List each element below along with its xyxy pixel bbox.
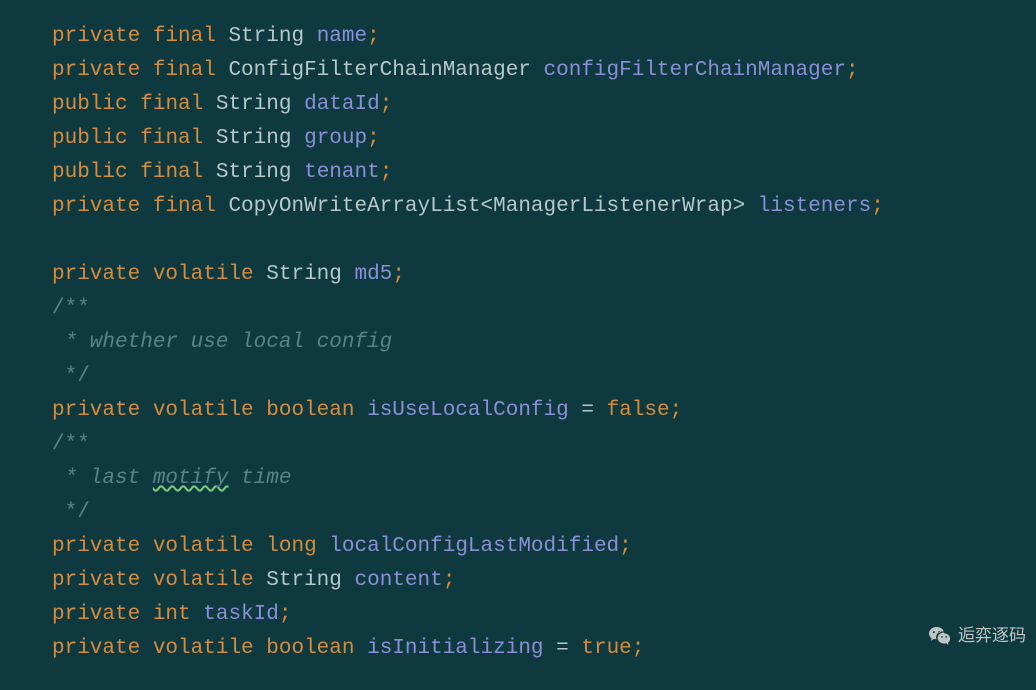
keyword-modifier: final (140, 127, 203, 150)
code-line: public final String group; (52, 122, 1036, 156)
comment: /** (52, 433, 90, 456)
field-name: md5 (355, 263, 393, 286)
keyword-modifier: volatile (153, 263, 254, 286)
field-name: localConfigLastModified (329, 535, 619, 558)
field-name: content (355, 569, 443, 592)
keyword-access: private (52, 535, 140, 558)
type-name: long (266, 535, 316, 558)
code-line: private volatile boolean isInitializing … (52, 632, 1036, 666)
type-name: ConfigFilterChainManager (228, 59, 530, 82)
watermark: 逅弈逐码 (928, 622, 1026, 650)
keyword-modifier: volatile (153, 569, 254, 592)
comment: * last motify time (52, 467, 291, 490)
semicolon: ; (367, 25, 380, 48)
code-line: private final ConfigFilterChainManager c… (52, 54, 1036, 88)
keyword-modifier: volatile (153, 637, 254, 660)
code-line: private volatile String content; (52, 564, 1036, 598)
keyword-modifier: volatile (153, 535, 254, 558)
literal: true (581, 637, 631, 660)
code-line: private volatile boolean isUseLocalConfi… (52, 394, 1036, 428)
equals-op: = (556, 637, 569, 660)
semicolon: ; (279, 603, 292, 626)
literal: false (607, 399, 670, 422)
type-name: String (228, 25, 304, 48)
field-name: configFilterChainManager (544, 59, 846, 82)
field-name: name (317, 25, 367, 48)
code-editor[interactable]: private final String name;private final … (0, 0, 1036, 666)
keyword-access: private (52, 25, 140, 48)
semicolon: ; (846, 59, 859, 82)
keyword-access: private (52, 195, 140, 218)
equals-op: = (581, 399, 594, 422)
keyword-access: private (52, 263, 140, 286)
code-line: private final String name; (52, 20, 1036, 54)
keyword-access: public (52, 93, 128, 116)
type-name: String (216, 127, 292, 150)
code-line: * whether use local config (52, 326, 1036, 360)
semicolon: ; (380, 93, 393, 116)
watermark-text: 逅弈逐码 (958, 622, 1026, 650)
field-name: dataId (304, 93, 380, 116)
semicolon: ; (380, 161, 393, 184)
semicolon: ; (670, 399, 683, 422)
code-line (52, 0, 1036, 20)
keyword-modifier: final (153, 25, 216, 48)
code-line: public final String dataId; (52, 88, 1036, 122)
code-line: public final String tenant; (52, 156, 1036, 190)
angle-open: < (481, 195, 494, 218)
code-line: */ (52, 496, 1036, 530)
keyword-access: private (52, 59, 140, 82)
keyword-access: public (52, 161, 128, 184)
semicolon: ; (443, 569, 456, 592)
code-line (52, 224, 1036, 258)
type-name: String (266, 263, 342, 286)
generic-type: ManagerListenerWrap (493, 195, 732, 218)
field-name: isUseLocalConfig (367, 399, 569, 422)
keyword-modifier: final (153, 59, 216, 82)
wechat-icon (928, 624, 952, 648)
semicolon: ; (632, 637, 645, 660)
semicolon: ; (871, 195, 884, 218)
type-name: String (216, 93, 292, 116)
field-name: taskId (203, 603, 279, 626)
code-line: private int taskId; (52, 598, 1036, 632)
keyword-access: private (52, 399, 140, 422)
field-name: tenant (304, 161, 380, 184)
keyword-modifier: final (140, 161, 203, 184)
semicolon: ; (392, 263, 405, 286)
keyword-modifier: final (153, 195, 216, 218)
semicolon: ; (619, 535, 632, 558)
keyword-access: public (52, 127, 128, 150)
semicolon: ; (367, 127, 380, 150)
typo-word: motify (153, 467, 229, 490)
code-line: * last motify time (52, 462, 1036, 496)
field-name: isInitializing (367, 637, 543, 660)
keyword-access: private (52, 637, 140, 660)
keyword-access: private (52, 569, 140, 592)
field-name: group (304, 127, 367, 150)
code-line: */ (52, 360, 1036, 394)
type-name: String (216, 161, 292, 184)
comment: */ (52, 501, 90, 524)
type-name: boolean (266, 637, 354, 660)
keyword-modifier: volatile (153, 399, 254, 422)
code-line: /** (52, 428, 1036, 462)
code-line: private final CopyOnWriteArrayList<Manag… (52, 190, 1036, 224)
keyword-access: private (52, 603, 140, 626)
code-line: private volatile long localConfigLastMod… (52, 530, 1036, 564)
type-name: boolean (266, 399, 354, 422)
type-name: int (153, 603, 191, 626)
angle-close: > (733, 195, 746, 218)
keyword-modifier: final (140, 93, 203, 116)
code-line: private volatile String md5; (52, 258, 1036, 292)
code-line: /** (52, 292, 1036, 326)
comment: */ (52, 365, 90, 388)
comment: * whether use local config (52, 331, 392, 354)
comment: /** (52, 297, 90, 320)
field-name: listeners (758, 195, 871, 218)
type-name: String (266, 569, 342, 592)
type-name: CopyOnWriteArrayList (228, 195, 480, 218)
